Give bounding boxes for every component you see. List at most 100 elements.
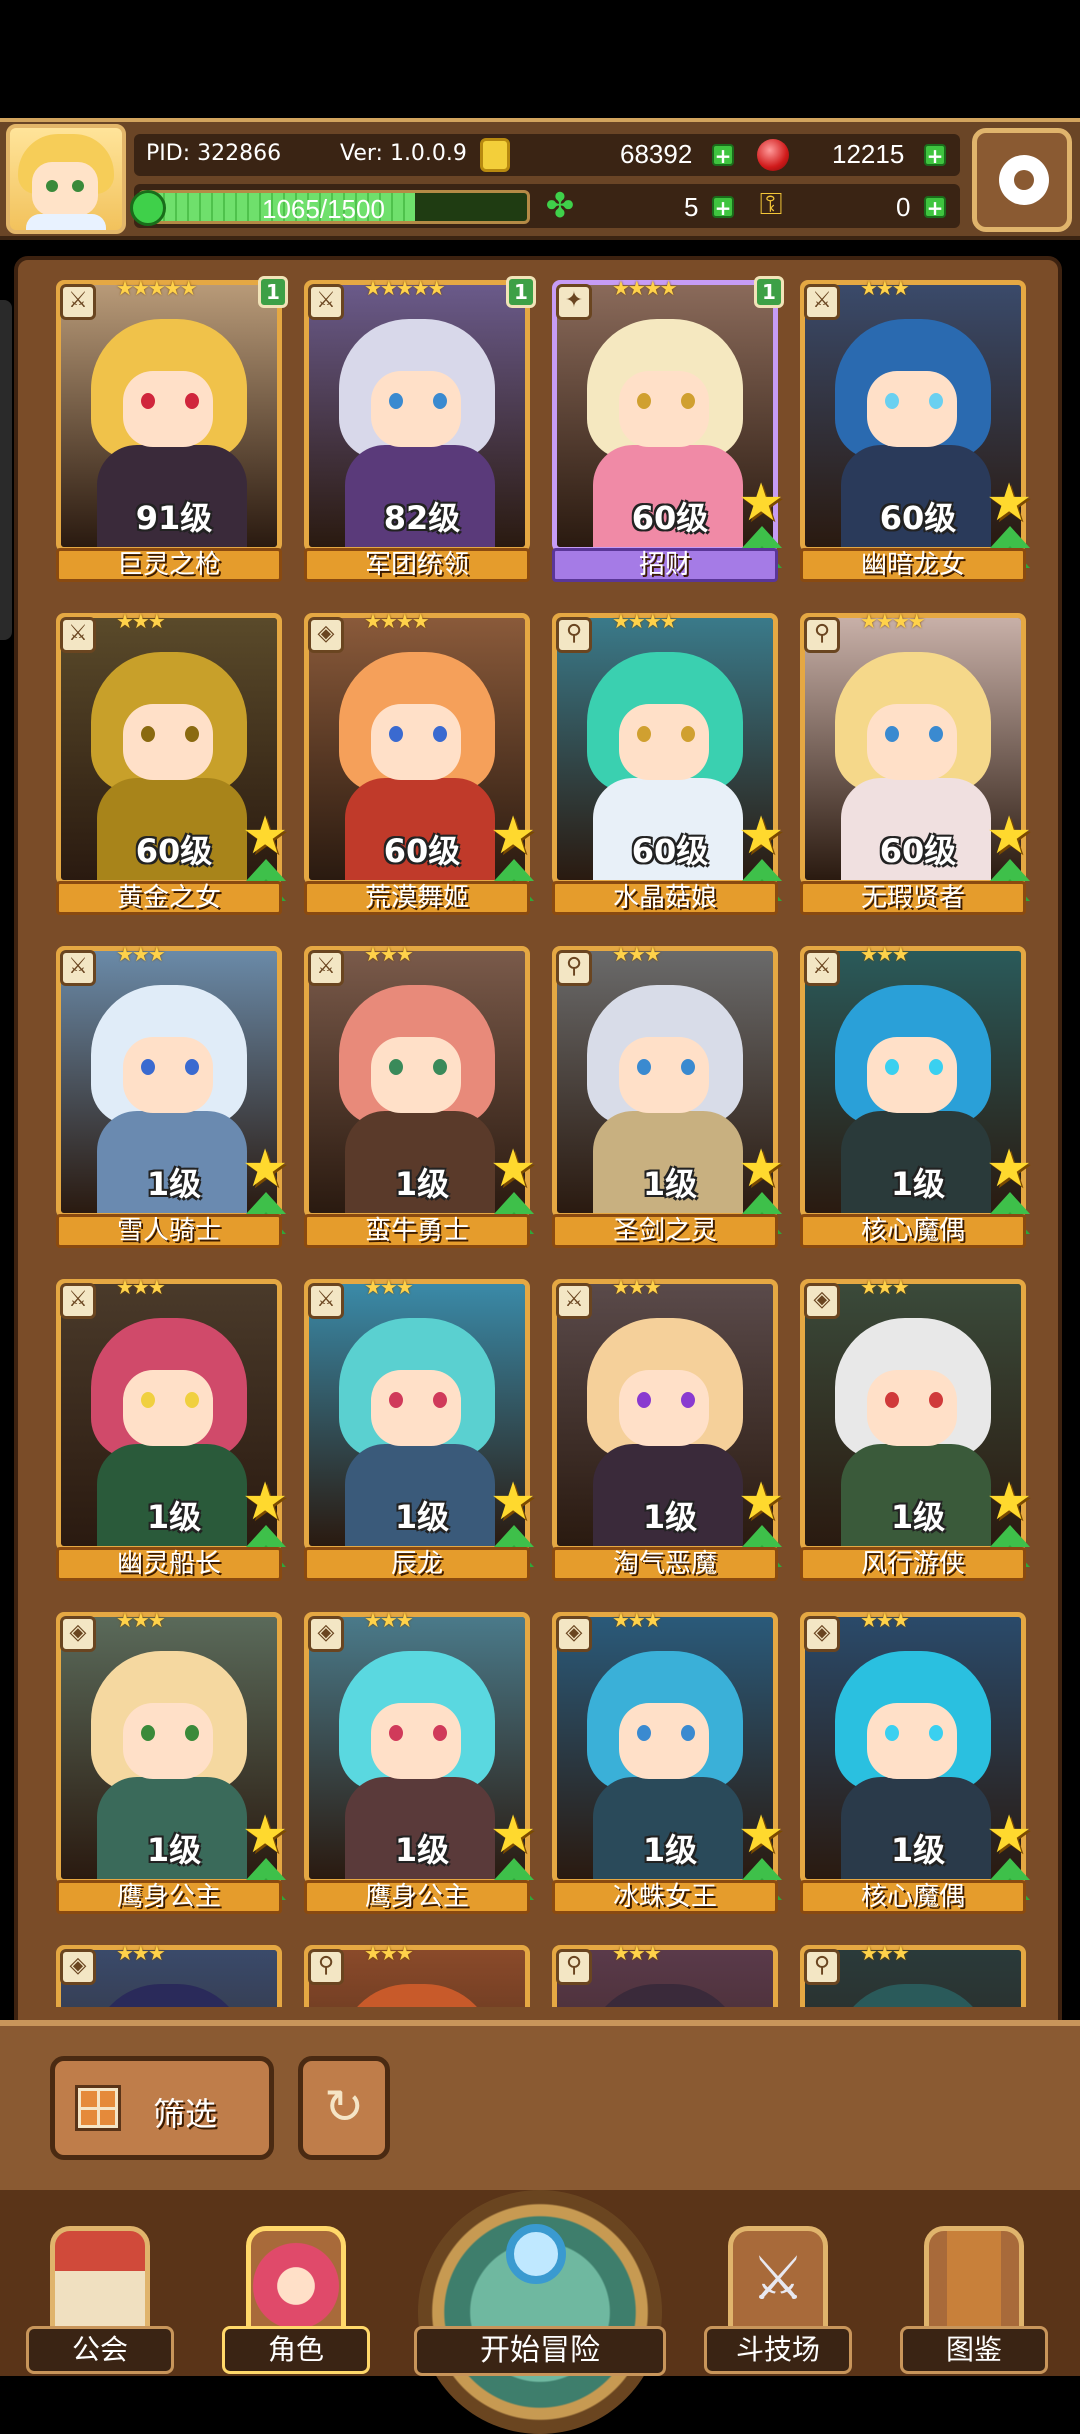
rarity-stars: ★★★ [116, 609, 166, 633]
star-upgrade-icon: ★ [985, 806, 1033, 866]
character-card[interactable]: 1级 ◈ ★★★ ★ 风行游侠 [800, 1277, 1032, 1581]
character-card[interactable]: 60级 ⚔ ★★★ ★ 黄金之女 [56, 609, 288, 915]
class-icon: ◈ [556, 1616, 592, 1652]
game-version: Ver: 1.0.0.9 [340, 141, 467, 166]
character-card[interactable]: 1级 ⚔ ★★★ ★ 核心魔偶 [800, 942, 1032, 1248]
rarity-stars: ★★★ [860, 1945, 910, 1965]
star-upgrade-icon: ★ [489, 1139, 537, 1199]
character-card[interactable]: 60级 ✦ ★★★★ 1 ★ 招财 [552, 276, 784, 582]
character-card[interactable]: 1级 ⚔ ★★★ ★ 蛮牛勇士 [304, 944, 536, 1248]
class-icon: ⚔ [556, 1283, 592, 1319]
card-name: 黄金之女 [56, 881, 282, 915]
rarity-stars: ★★★ [116, 942, 166, 966]
count-badge: 1 [258, 276, 288, 308]
nav-arena-label: 斗技场 [704, 2326, 852, 2374]
class-icon: ⚔ [60, 1283, 96, 1319]
character-card[interactable]: 1级 ⚔ ★★★ ★ 雪人骑士 [56, 942, 288, 1248]
card-name: 幽暗龙女 [800, 548, 1026, 582]
card-name: 招财 [552, 548, 778, 582]
nav-roles-label: 角色 [222, 2326, 370, 2374]
character-face-icon [246, 2226, 346, 2336]
filter-button[interactable]: 筛选 [50, 2056, 274, 2160]
nav-codex-label: 图鉴 [900, 2326, 1048, 2374]
rarity-stars: ★★★★ [860, 609, 926, 633]
rarity-stars: ★★★ [116, 1945, 166, 1965]
character-card[interactable]: 1级 ◈ ★★★ ★ 核心魔偶 [800, 1608, 1032, 1914]
guild-house-icon [50, 2226, 150, 2336]
class-icon: ⚲ [556, 1949, 592, 1985]
class-icon: ⚔ [804, 950, 840, 986]
star-upgrade-icon: ★ [241, 1472, 289, 1532]
class-icon: ◈ [60, 1616, 96, 1652]
character-card[interactable]: 60级 ⚲ ★★★★ ★ 水晶菇娘 [552, 609, 784, 915]
card-name: 蛮牛勇士 [304, 1214, 530, 1248]
gold-amount: 68392 [620, 139, 693, 169]
character-card[interactable]: 1级 ⚔ ★★★ ★ 淘气恶魔 [552, 1277, 784, 1581]
character-card[interactable]: 1级 ⚔ ★★★ ★ 幽灵船长 [56, 1277, 288, 1581]
rarity-stars: ★★★ [612, 942, 662, 966]
star-upgrade-icon: ★ [985, 1805, 1033, 1865]
add-gem-button[interactable]: + [924, 144, 946, 166]
nav-roles[interactable]: 角色 [222, 2226, 370, 2376]
character-card[interactable]: 60级 ◈ ★★★★ ★ 荒漠舞姬 [304, 611, 536, 915]
card-name: 幽灵船长 [56, 1547, 282, 1581]
settings-button[interactable] [972, 128, 1072, 232]
character-card[interactable]: 60级 ⚔ ★★★ ★ 幽暗龙女 [800, 278, 1032, 582]
star-upgrade-icon: ★ [737, 1805, 785, 1865]
card-name: 鹰身公主 [304, 1880, 530, 1914]
add-key-button[interactable]: + [924, 196, 946, 218]
character-card[interactable]: 1级 ◈ ★★★ ★ 冰蛛女王 [552, 1608, 784, 1914]
player-avatar[interactable] [6, 124, 126, 234]
gear-icon [999, 155, 1049, 205]
character-card[interactable]: 1级 ◈ ★★★ ★ 鹰身公主 [304, 1610, 536, 1914]
start-adventure-button[interactable]: 开始冒险 [414, 2190, 666, 2434]
side-pull-tab[interactable] [0, 300, 12, 640]
character-card[interactable]: 82级 ⚔ ★★★★★ 1 军团统领 [304, 276, 536, 582]
rarity-stars: ★★★ [860, 942, 910, 966]
add-clover-button[interactable]: + [712, 196, 734, 218]
class-icon: ◈ [804, 1283, 840, 1319]
rarity-stars: ★★★★ [612, 276, 678, 300]
nav-codex[interactable]: 图鉴 [900, 2226, 1048, 2376]
character-card-partial[interactable]: ◈ ★★★ [56, 1945, 282, 2007]
rarity-stars: ★★★ [612, 1945, 662, 1965]
book-icon [924, 2226, 1024, 2336]
rarity-stars: ★★★★ [612, 609, 678, 633]
character-card-partial[interactable]: ⚲ ★★★ [304, 1945, 530, 2007]
class-icon: ◈ [804, 1616, 840, 1652]
rarity-stars: ★★★ [860, 1608, 910, 1632]
character-card[interactable]: 60级 ⚲ ★★★★ ★ 无瑕贤者 [800, 609, 1032, 915]
experience-clover-icon [130, 190, 166, 226]
star-upgrade-icon: ★ [489, 1805, 537, 1865]
character-card[interactable]: 1级 ⚲ ★★★ ★ 圣剑之灵 [552, 942, 784, 1248]
class-icon: ⚔ [804, 284, 840, 320]
add-gold-button[interactable]: + [712, 144, 734, 166]
card-name: 鹰身公主 [56, 1880, 282, 1914]
character-card-partial[interactable]: ⚲ ★★★ [552, 1945, 778, 2007]
character-card[interactable]: 91级 ⚔ ★★★★★ 1 巨灵之枪 [56, 276, 288, 582]
class-icon: ⚔ [60, 950, 96, 986]
player-id: PID: 322866 [146, 141, 282, 166]
nav-guild[interactable]: 公会 [26, 2226, 174, 2376]
class-icon: ✦ [556, 284, 592, 320]
rarity-stars: ★★★ [364, 1945, 414, 1965]
count-badge: 1 [754, 276, 784, 308]
nav-arena[interactable]: ⚔ 斗技场 [704, 2226, 852, 2376]
magnifier-icon [506, 2224, 566, 2284]
character-card[interactable]: 1级 ⚔ ★★★ ★ 辰龙 [304, 1275, 536, 1581]
character-card-partial[interactable]: ⚲ ★★★ [800, 1945, 1026, 2007]
class-icon: ⚲ [308, 1949, 344, 1985]
class-icon: ⚔ [60, 284, 96, 320]
character-card[interactable]: 1级 ◈ ★★★ ★ 鹰身公主 [56, 1608, 288, 1914]
class-icon: ⚔ [308, 950, 344, 986]
rarity-stars: ★★★ [612, 1608, 662, 1632]
crossed-swords-icon: ⚔ [728, 2226, 828, 2336]
class-icon: ◈ [308, 617, 344, 653]
class-icon: ◈ [60, 1949, 96, 1985]
rarity-stars: ★★★ [364, 1275, 414, 1299]
class-icon: ⚲ [804, 1949, 840, 1985]
card-name: 巨灵之枪 [56, 548, 282, 582]
star-upgrade-icon: ★ [737, 1139, 785, 1199]
reset-filter-button[interactable]: ↻ [298, 2056, 390, 2160]
rarity-stars: ★★★ [116, 1608, 166, 1632]
